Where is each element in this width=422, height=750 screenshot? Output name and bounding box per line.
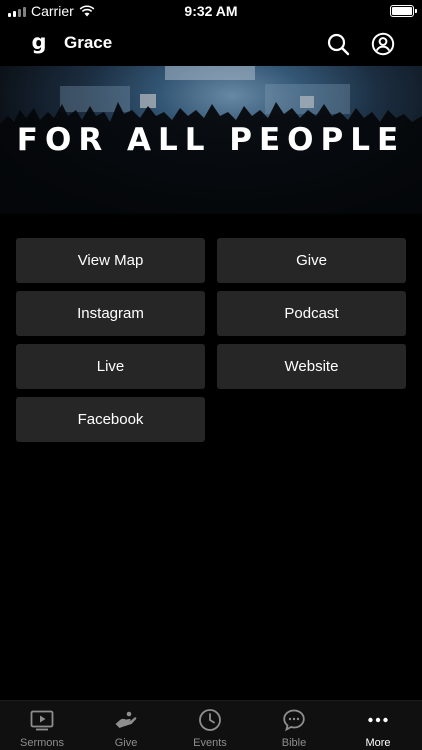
tab-label-events: Events xyxy=(193,737,227,749)
tab-give[interactable]: Give xyxy=(84,701,168,750)
tab-label-bible: Bible xyxy=(281,737,307,749)
battery-icon xyxy=(390,5,417,17)
tab-events[interactable]: Events xyxy=(168,701,252,750)
more-dots-icon xyxy=(368,717,388,723)
search-icon[interactable] xyxy=(326,32,350,56)
status-bar: Carrier 9:32 AM xyxy=(0,0,422,22)
giving-hand-icon xyxy=(115,711,137,728)
tab-label-give: Give xyxy=(114,737,138,749)
give-button[interactable]: Give xyxy=(217,238,406,283)
chat-bubble-icon xyxy=(283,709,305,732)
tab-label-more: More xyxy=(365,737,391,749)
instagram-button[interactable]: Instagram xyxy=(16,291,205,336)
svg-text:g: g xyxy=(31,31,46,54)
tab-sermons[interactable]: Sermons xyxy=(0,701,84,750)
play-screen-icon xyxy=(30,710,54,731)
clock-icon xyxy=(199,709,221,731)
facebook-button[interactable]: Facebook xyxy=(16,397,205,442)
nav-bar: g Grace xyxy=(0,22,422,66)
tab-bible[interactable]: Bible xyxy=(252,701,336,750)
website-button[interactable]: Website xyxy=(217,344,406,389)
profile-icon[interactable] xyxy=(371,32,395,56)
live-button[interactable]: Live xyxy=(16,344,205,389)
tab-bar: Sermons Give Events Bible More xyxy=(0,700,422,750)
tab-more[interactable]: More xyxy=(336,701,420,750)
hero-banner[interactable]: FOR ALL PEOPLE xyxy=(0,66,422,214)
podcast-button[interactable]: Podcast xyxy=(217,291,406,336)
status-time: 9:32 AM xyxy=(184,3,238,19)
grace-logo-icon: g xyxy=(31,31,46,54)
tab-label-sermons: Sermons xyxy=(19,737,65,749)
app-title: Grace xyxy=(64,33,113,52)
hero-headline: FOR ALL PEOPLE xyxy=(16,122,406,158)
view-map-button[interactable]: View Map xyxy=(16,238,205,283)
